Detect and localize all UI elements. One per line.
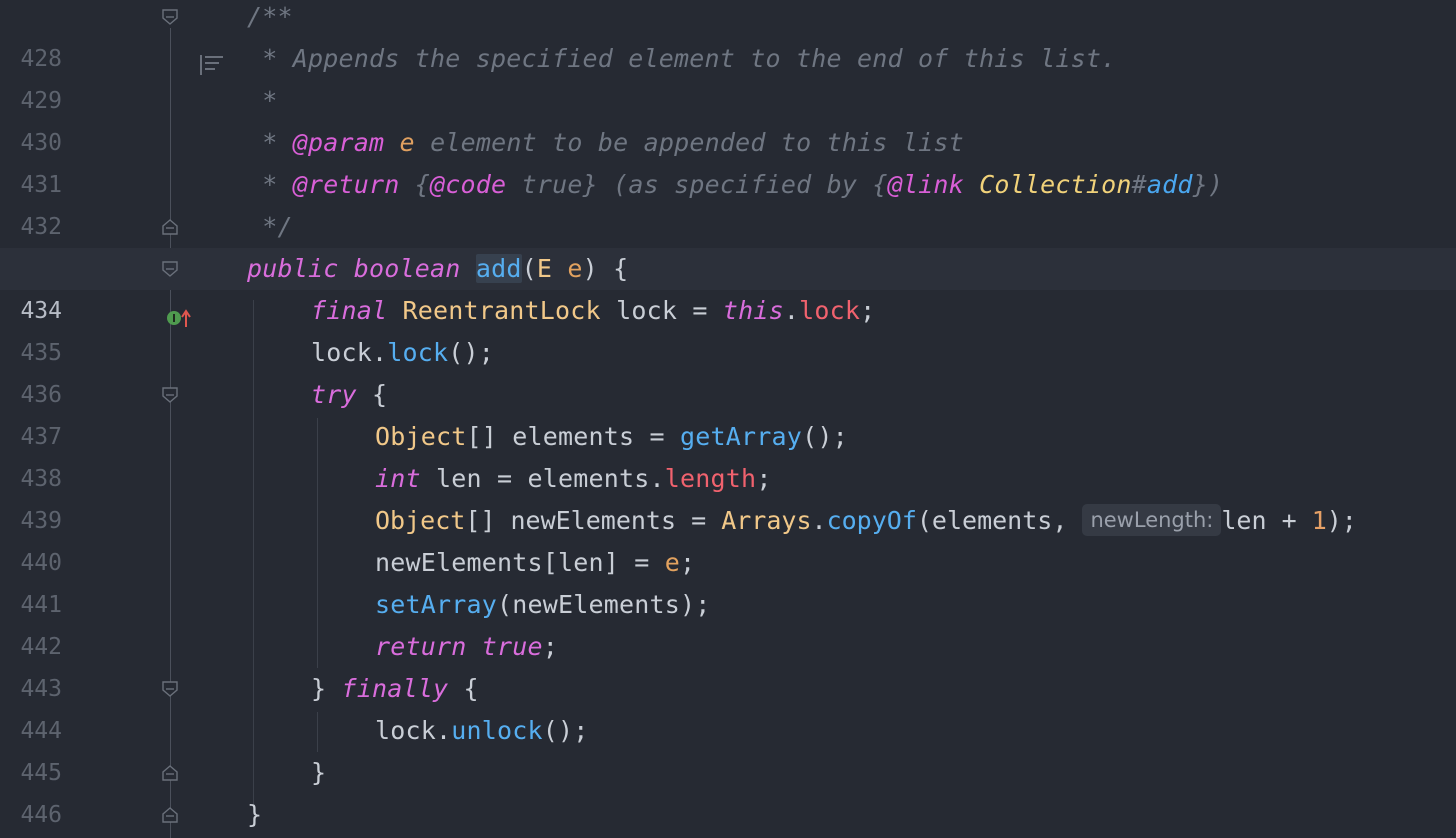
code-line[interactable]: 431 * @param e element to be appended to… bbox=[0, 122, 1456, 198]
javadoc-link-method[interactable]: add bbox=[1147, 170, 1193, 199]
code-text: lock.unlock(); bbox=[375, 716, 589, 745]
code-line[interactable]: 440 Object[] newElements = Arrays.copyOf… bbox=[0, 500, 1456, 576]
code-line[interactable]: 438 Object[] elements = getArray(); bbox=[0, 416, 1456, 492]
code-editor[interactable]: 428 /** 429 * Appends the specified elem… bbox=[0, 0, 1456, 838]
code-line[interactable]: 441 newElements[len] = e; bbox=[0, 542, 1456, 618]
code-line[interactable]: 436 lock.lock(); bbox=[0, 332, 1456, 408]
code-line[interactable]: 447 } bbox=[0, 794, 1456, 836]
parameter-name-hint: newLength: bbox=[1082, 504, 1222, 536]
code-line[interactable]: 432 * @return {@code true} (as specified… bbox=[0, 164, 1456, 240]
code-text: Object[] elements = getArray(); bbox=[375, 422, 848, 451]
code-line[interactable]: 445 lock.unlock(); bbox=[0, 710, 1456, 786]
code-text: newElements[len] = e; bbox=[375, 548, 696, 577]
javadoc-link-class[interactable]: Collection bbox=[979, 170, 1132, 199]
code-text: final ReentrantLock lock = this.lock; bbox=[311, 296, 876, 325]
code-text: * @return {@code true} (as specified by … bbox=[247, 170, 1224, 199]
code-text: int len = elements.length; bbox=[375, 464, 772, 493]
code-line[interactable]: 439 int len = elements.length; bbox=[0, 458, 1456, 534]
code-line[interactable]: 435 final ReentrantLock lock = this.lock… bbox=[0, 290, 1456, 366]
code-text: */ bbox=[247, 212, 293, 241]
code-text: public boolean add(E e) { bbox=[247, 254, 629, 283]
code-line-current[interactable]: 434 public boolean add(E e) { bbox=[0, 248, 1456, 327]
code-text: } bbox=[247, 800, 263, 829]
fold-marker-icon[interactable] bbox=[162, 681, 178, 697]
fold-marker-icon[interactable] bbox=[162, 765, 178, 781]
code-text: * @param e element to be appended to thi… bbox=[247, 128, 964, 157]
code-line[interactable]: 430 * bbox=[0, 80, 1456, 156]
method-name-highlight[interactable]: add bbox=[475, 254, 522, 283]
code-line[interactable]: 437 try { bbox=[0, 374, 1456, 450]
code-line[interactable]: 442 setArray(newElements); bbox=[0, 584, 1456, 660]
code-line[interactable]: 444 } finally { bbox=[0, 668, 1456, 744]
code-text: * Appends the specified element to the e… bbox=[247, 44, 1117, 73]
code-line[interactable]: 428 /** bbox=[0, 0, 1456, 75]
code-text: try { bbox=[311, 380, 388, 409]
code-text: * bbox=[247, 86, 278, 115]
code-line[interactable]: 433 */ bbox=[0, 206, 1456, 282]
code-text: return true; bbox=[375, 632, 559, 661]
code-line[interactable]: 429 * Appends the specified element to t… bbox=[0, 38, 1456, 114]
code-line[interactable]: 446 } bbox=[0, 752, 1456, 828]
fold-marker-icon[interactable] bbox=[162, 807, 178, 823]
fold-marker-icon[interactable] bbox=[162, 9, 178, 25]
code-line[interactable]: 443 return true; bbox=[0, 626, 1456, 702]
code-text: Object[] newElements = Arrays.copyOf(ele… bbox=[375, 504, 1357, 536]
code-text: } finally { bbox=[311, 674, 479, 703]
code-text: /** bbox=[247, 2, 293, 31]
code-text: } bbox=[311, 758, 327, 787]
code-text: setArray(newElements); bbox=[375, 590, 711, 619]
fold-marker-icon[interactable] bbox=[162, 219, 178, 235]
fold-marker-icon[interactable] bbox=[162, 261, 178, 277]
code-text: lock.lock(); bbox=[311, 338, 495, 367]
fold-marker-icon[interactable] bbox=[162, 387, 178, 403]
